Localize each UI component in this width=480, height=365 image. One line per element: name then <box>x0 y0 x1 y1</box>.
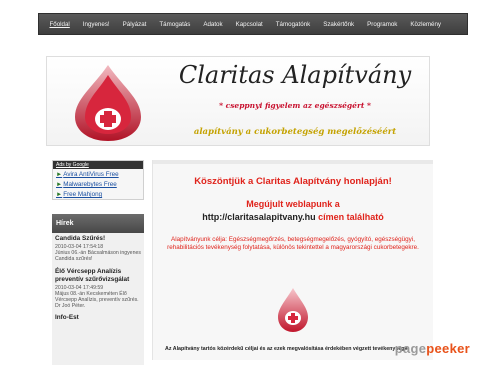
nav-item-ingyenes[interactable]: Ingyenes! <box>76 13 116 35</box>
update-line: Megújult weblapunk a <box>246 199 340 209</box>
main-content: Köszöntjük a Claritas Alapítvány honlapj… <box>152 160 433 360</box>
nav-item-programok[interactable]: Programok <box>361 13 404 35</box>
ad-link[interactable]: ►Free Mahjong <box>53 189 143 199</box>
nav-item-kozlemeny[interactable]: Közlemény <box>404 13 448 35</box>
bottom-text: Az Alapítvány tartós közérdekű céljai és… <box>165 346 410 352</box>
nav-item-fooldal[interactable]: Főoldal <box>43 13 76 35</box>
main-nav: Főoldal Ingyenes! Pályázat Támogatás Ada… <box>38 13 468 35</box>
ads-box: Ads by Google ►Avira AntiVirus Free ►Mal… <box>52 160 144 200</box>
ad-link[interactable]: ►Malwarebytes Free <box>53 179 143 189</box>
welcome-heading: Köszöntjük a Claritas Alapítvány honlapj… <box>194 176 392 187</box>
watermark-logo: pagepeeker <box>395 341 470 356</box>
watermark-part2: peeker <box>426 341 470 356</box>
page: Főoldal Ingyenes! Pályázat Támogatás Ada… <box>0 0 480 365</box>
news-item: Candida Szűrés! 2010-03-04 17:54:18 Júni… <box>55 235 141 263</box>
news-title[interactable]: Info-Est <box>55 314 141 322</box>
news-title[interactable]: Élő Vércsepp Analízis preventív szűrőviz… <box>55 268 141 284</box>
nav-item-tamogatonk[interactable]: Támogatónk <box>269 13 316 35</box>
sidebar: Ads by Google ►Avira AntiVirus Free ►Mal… <box>52 160 144 365</box>
blood-drop-cross-icon <box>278 288 308 332</box>
ads-title[interactable]: Ads by Google <box>53 161 143 169</box>
purpose-text: Alapítványunk célja: Egészségmegőrzés, b… <box>167 236 419 251</box>
arrow-right-icon: ► <box>56 191 63 198</box>
site-title: Claritas Alapítvány <box>178 61 412 89</box>
news-heading: Hírek <box>52 214 144 233</box>
news-desc: Május 08.-án Kecskeméten Élő Vércsepp An… <box>55 290 139 310</box>
nav-item-kapcsolat[interactable]: Kapcsolat <box>229 13 269 35</box>
ad-link-label: Free Mahjong <box>63 191 103 198</box>
nav-item-tamogatas[interactable]: Támogatás <box>153 13 197 35</box>
update-url-line: http://claritasalapitvany.hu címen talál… <box>153 212 433 222</box>
news-item: Élő Vércsepp Analízis preventív szűrőviz… <box>55 268 141 310</box>
site-subtitle: alapítvány a cukorbetegség megelőzéséért <box>193 127 397 137</box>
arrow-right-icon: ► <box>56 171 63 178</box>
news-title[interactable]: Candida Szűrés! <box>55 235 141 243</box>
arrow-right-icon: ► <box>56 181 63 188</box>
news-list: Candida Szűrés! 2010-03-04 17:54:18 Júni… <box>52 233 144 365</box>
nav-item-palyazat[interactable]: Pályázat <box>116 13 153 35</box>
blood-drop-logo-icon <box>75 65 141 141</box>
ad-link-label: Malwarebytes Free <box>63 181 117 188</box>
update-url-link[interactable]: http://claritasalapitvany.hu <box>202 212 315 222</box>
content-top-strip <box>153 160 433 164</box>
nav-item-adatok[interactable]: Adatok <box>197 13 229 35</box>
site-motto: * cseppnyi figyelem az egészségért * <box>219 101 371 110</box>
news-item: Info-Est <box>55 314 141 322</box>
ad-link[interactable]: ►Avira AntiVirus Free <box>53 169 143 179</box>
ad-link-label: Avira AntiVirus Free <box>63 171 119 178</box>
nav-item-szakertonk[interactable]: Szakértőnk <box>317 13 361 35</box>
header-banner: Claritas Alapítvány * cseppnyi figyelem … <box>46 56 430 146</box>
news-desc: Június 06.-án Bácsalmáson ingyenes Candi… <box>55 250 141 263</box>
update-suffix: címen található <box>318 212 384 222</box>
watermark-part1: page <box>394 341 427 356</box>
